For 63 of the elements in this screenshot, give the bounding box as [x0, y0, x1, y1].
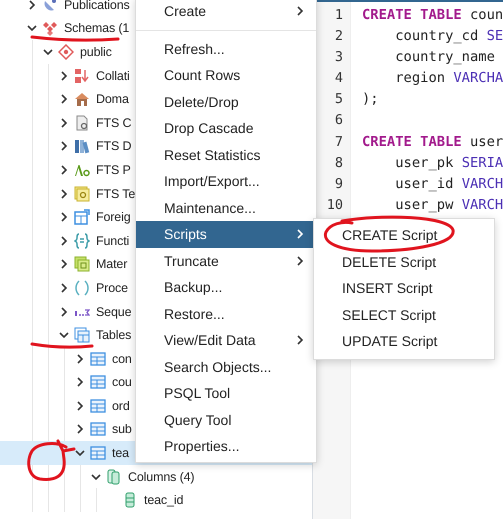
tree-label: public [80, 44, 112, 59]
tree-label: Schemas (1 [64, 21, 130, 36]
menu-item-label: Scripts [164, 226, 207, 242]
menu-item-label: Delete/Drop [164, 94, 239, 110]
menu-item-label: PSQL Tool [164, 385, 230, 402]
code-line: CREATE TABLE coun [362, 6, 503, 25]
line-number: 10 [326, 196, 344, 215]
menu-item-label: Query Tool [164, 412, 232, 428]
menu-item-label: Count Rows [164, 67, 240, 84]
line-number: 5 [334, 90, 344, 110]
tree-label: Seque [96, 304, 132, 319]
tree-label: tea [112, 446, 129, 460]
menu-item-label: Refresh... [164, 40, 225, 57]
tree-label: FTS C [96, 116, 132, 130]
code-line: CREATE TABLE user [362, 132, 503, 152]
code-line: user_pk SERIA [394, 154, 503, 173]
code-line: region VARCHA [394, 69, 503, 88]
tree-label: sub [112, 422, 132, 436]
code-line: user_id VARCH [394, 174, 503, 194]
tree-label: cou [112, 375, 132, 390]
menu-item-label: Reset Statistics [164, 146, 260, 163]
menu-item-label: Restore... [164, 306, 225, 322]
menu-item-label: Truncate [164, 252, 219, 269]
line-number: 3 [334, 48, 344, 68]
menu-item-label: SELECT Script [342, 306, 436, 323]
line-number: 7 [334, 132, 344, 152]
tree-label: Functi [96, 234, 130, 248]
menu-item-label: CREATE Script [342, 227, 438, 244]
menu-item-label: Maintenance... [164, 200, 256, 216]
menu-item-label: Properties... [164, 438, 240, 454]
tree-label: ord [112, 398, 130, 413]
menu-item-label: Backup... [164, 279, 222, 296]
menu-item-label: Create [164, 3, 206, 20]
menu-item-label: View/Edit Data [164, 332, 256, 348]
code-line: country_name [394, 48, 496, 68]
line-number: 9 [334, 174, 344, 194]
tree-label: Proce [96, 280, 128, 295]
menu-item-label: Drop Cascade [164, 120, 254, 136]
tree-label: Publications [64, 0, 130, 12]
line-number: 1 [334, 6, 344, 25]
menu-item-label: INSERT Script [342, 280, 433, 296]
code-line: ); [362, 90, 380, 110]
code-line: user_pw VARCH [394, 196, 503, 215]
menu-item-label: DELETE Script [342, 254, 436, 270]
tree-label: FTS P [96, 162, 131, 177]
menu-item-label: UPDATE Script [342, 333, 438, 350]
tree-label: con [112, 352, 132, 366]
menu-item-label: Import/Export... [164, 173, 260, 190]
tree-label: Columns (4) [128, 470, 194, 484]
tree-label: Collati [96, 68, 130, 83]
code-line: country_cd SE [394, 27, 503, 46]
menu-item-label: Search Objects... [164, 358, 272, 375]
line-number: 6 [334, 111, 344, 130]
tree-label: Mater [96, 257, 128, 272]
tree-label: Foreig [96, 210, 131, 224]
tree-label: Doma [96, 92, 129, 106]
line-number: 2 [334, 27, 344, 46]
tree-label: Tables [96, 328, 132, 342]
line-number: 8 [334, 154, 344, 173]
line-number: 4 [334, 69, 344, 88]
tree-label: teac_id [144, 493, 184, 508]
tree-label: FTS D [96, 139, 132, 154]
tree-label: FTS Te [96, 186, 136, 201]
